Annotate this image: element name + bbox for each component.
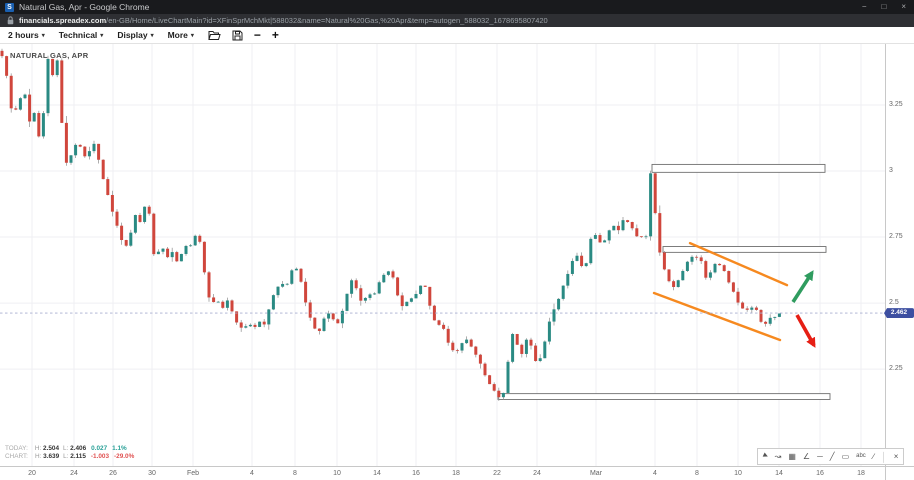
x-axis-line [0,466,914,467]
price-tick-label: 2.25 [889,365,903,372]
price-axis[interactable]: 3.25 3 2.75 2.5 2.25 [885,44,914,480]
window-titlebar: S Natural Gas, Apr - Google Chrome − □ × [0,0,914,14]
chart-change: -1.003 [91,453,109,460]
chevron-down-icon: ▾ [42,32,45,39]
time-tick-label: 14 [767,470,791,477]
rectangle-tool-icon[interactable]: ▭ [842,449,850,464]
chart-stats-row: CHART:H: 3.639L: 2.115-1.003-29.0% [5,453,134,461]
more-dropdown[interactable]: More ▾ [168,30,194,40]
time-axis[interactable]: 20 24 26 30 Feb 4 8 10 14 16 18 22 24 Mar 4 8 10 14 16 18 [0,468,914,480]
close-button[interactable]: × [901,0,906,14]
time-tick-label: 22 [485,470,509,477]
today-high: 2.504 [43,445,59,452]
today-label: TODAY: [5,445,28,452]
time-tick-label: 4 [643,470,667,477]
url-path: /en-GB/Home/LiveChartMain?id=XFinSprMchM… [106,16,548,25]
save-icon [232,30,243,41]
time-tick-label: 14 [365,470,389,477]
time-tick-label: 8 [685,470,709,477]
time-tick-label: 18 [849,470,873,477]
folder-icon [208,30,221,41]
open-chart-button[interactable] [208,30,221,41]
display-dropdown-label: Display [117,30,147,40]
lock-icon [7,16,14,25]
chevron-down-icon: ▾ [191,32,194,39]
today-change: 0.027 [91,445,107,452]
technical-dropdown-label: Technical [59,30,98,40]
zoom-out-button[interactable]: − [254,30,261,40]
display-dropdown[interactable]: Display ▾ [117,30,153,40]
price-tick-label: 3 [889,167,893,174]
ray-tool-icon[interactable]: ∕ [873,449,874,464]
more-dropdown-label: More [168,30,188,40]
time-tick-label: 24 [62,470,86,477]
technical-dropdown[interactable]: Technical ▾ [59,30,104,40]
toolbar-divider: │ [881,452,887,462]
chart-low: 2.115 [70,453,86,460]
today-change-pct: 1.1% [112,445,127,452]
url-domain: financials.spreadex.com [19,16,106,25]
price-tick-label: 2.5 [889,299,899,306]
today-stats-row: TODAY:H: 2.504L: 2.4060.0271.1% [5,445,134,453]
time-tick-label: Mar [584,470,608,477]
chart-high: 3.639 [43,453,59,460]
save-chart-button[interactable] [232,30,243,41]
trendline-tool-icon[interactable]: ╱ [830,449,835,464]
time-tick-label: 26 [101,470,125,477]
chart-label: CHART: [5,453,28,460]
time-tick-label: 10 [325,470,349,477]
time-tick-label: 8 [283,470,307,477]
grid-tool-icon[interactable]: ▦ [788,449,796,464]
price-stats: TODAY:H: 2.504L: 2.4060.0271.1% CHART:H:… [5,445,134,461]
maximize-button[interactable]: □ [881,0,886,14]
time-tick-label: 10 [726,470,750,477]
browser-window: S Natural Gas, Apr - Google Chrome − □ ×… [0,0,914,480]
drawing-toolbar: ▶ ↝ ▦ ∠ ─ ╱ ▭ abc ∕ │ × [757,448,904,465]
time-tick-label: 4 [240,470,264,477]
close-drawbar-button[interactable]: × [894,449,899,464]
chevron-down-icon: ▾ [100,32,103,39]
time-tick-label: Feb [181,470,205,477]
text-tool-icon[interactable]: abc [856,449,866,464]
time-tick-label: 16 [808,470,832,477]
current-price-badge: 2.462 [884,308,914,318]
horizontal-line-tool-icon[interactable]: ─ [817,449,823,464]
time-tick-label: 24 [525,470,549,477]
price-tick-label: 2.75 [889,233,903,240]
time-tick-label: 16 [404,470,428,477]
interval-dropdown-label: 2 hours [8,30,39,40]
candlestick-chart[interactable] [0,44,885,466]
chart-area: 3.25 3 2.75 2.5 2.25 20 24 26 30 Feb 4 8 10 14 16 18 22… [0,44,914,480]
minimize-button[interactable]: − [862,0,867,14]
time-tick-label: 30 [140,470,164,477]
chart-toolbar: 2 hours ▾ Technical ▾ Display ▾ More ▾ [0,27,914,44]
url-bar[interactable]: financials.spreadex.com/en-GB/Home/LiveC… [0,14,914,27]
interval-dropdown[interactable]: 2 hours ▾ [8,30,45,40]
time-tick-label: 18 [444,470,468,477]
freehand-tool-icon[interactable]: ↝ [775,449,782,464]
site-favicon-icon: S [5,3,14,12]
url-text: financials.spreadex.com/en-GB/Home/LiveC… [19,16,548,25]
window-title: Natural Gas, Apr - Google Chrome [19,2,149,12]
time-tick-label: 20 [20,470,44,477]
symbol-label: NATURAL GAS, APR [10,51,88,60]
chevron-down-icon: ▾ [151,32,154,39]
today-low: 2.406 [70,445,86,452]
chart-change-pct: -29.0% [114,453,134,460]
price-tick-label: 3.25 [889,101,903,108]
angle-tool-icon[interactable]: ∠ [803,449,810,464]
cursor-tool-icon[interactable]: ▶ [760,449,771,465]
zoom-in-button[interactable]: + [272,30,279,40]
